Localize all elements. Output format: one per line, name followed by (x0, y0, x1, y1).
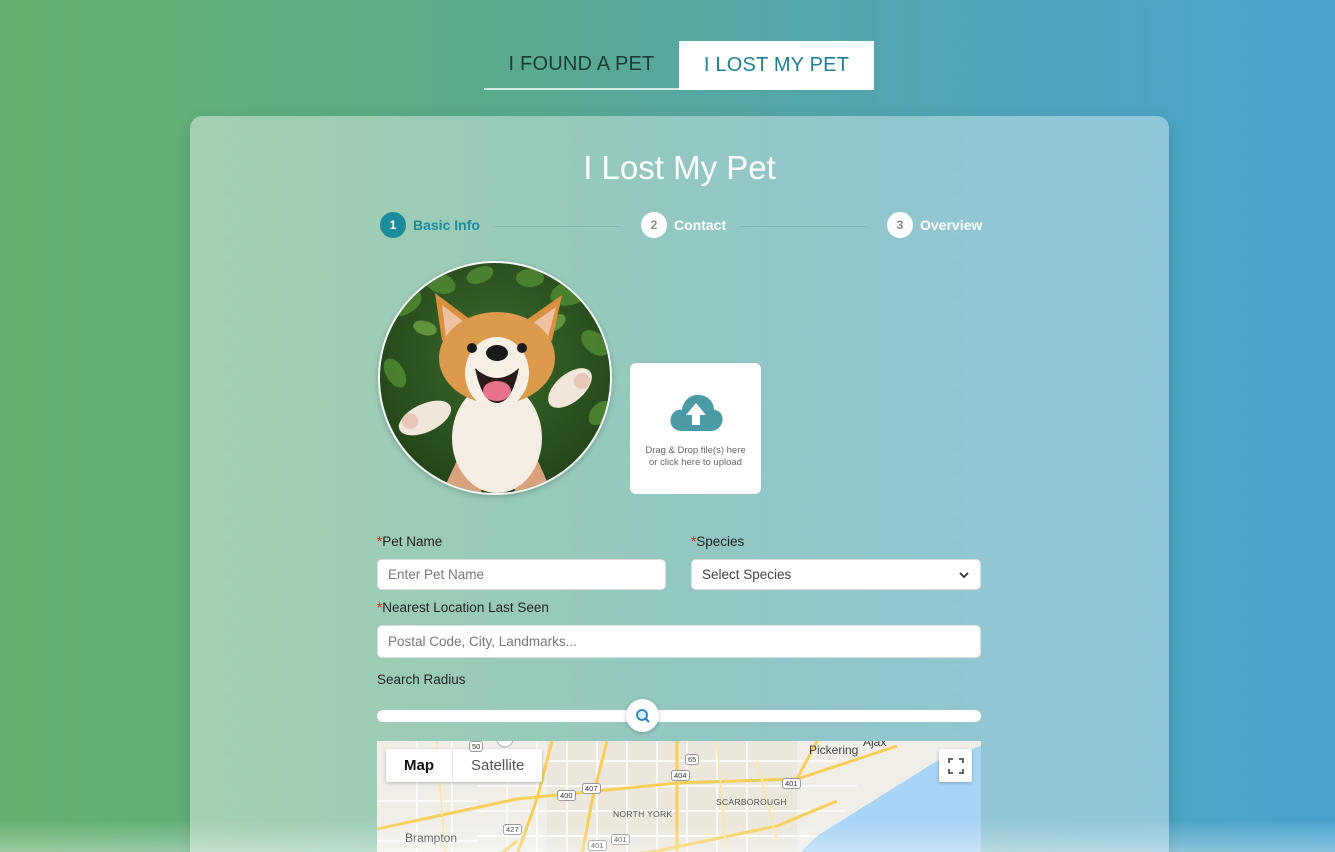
cloud-upload-icon (670, 394, 723, 431)
location-map[interactable]: Map Satellite Pickering Ajax NORTH YORK … (377, 741, 981, 852)
file-upload-dropzone[interactable]: Drag & Drop file(s) here or click here t… (630, 363, 761, 494)
location-input[interactable]: Postal Code, City, Landmarks... (377, 625, 981, 658)
satellite-view-button[interactable]: Satellite (453, 749, 542, 782)
pet-photo (378, 261, 612, 495)
highway-shield: 407 (582, 783, 601, 794)
highway-shield: 401 (782, 778, 801, 789)
location-placeholder: Postal Code, City, Landmarks... (388, 634, 577, 649)
pet-name-input[interactable]: Enter Pet Name (377, 559, 666, 590)
upload-line-2: or click here to upload (649, 457, 742, 468)
location-label-text: Nearest Location Last Seen (382, 600, 549, 615)
search-radius-label: Search Radius (377, 672, 466, 687)
map-label-scarborough: SCARBOROUGH (716, 797, 787, 807)
highway-shield: 427 (503, 824, 522, 835)
species-label: *Species (691, 534, 744, 549)
step-label: Overview (920, 217, 983, 233)
highway-shield: 50 (469, 741, 484, 752)
step-connector (495, 226, 620, 227)
chevron-down-icon (959, 572, 969, 579)
step-label: Basic Info (413, 217, 480, 233)
step-contact[interactable]: 2 Contact (641, 212, 726, 238)
highway-shield: 401 (611, 834, 630, 845)
location-label: *Nearest Location Last Seen (377, 600, 549, 615)
highway-shield: 401 (588, 840, 607, 851)
page-title: I Lost My Pet (583, 149, 776, 186)
pet-name-label-text: Pet Name (382, 534, 443, 549)
map-label-ajax: Ajax (863, 741, 887, 749)
upload-instructions: Drag & Drop file(s) here or click here t… (630, 445, 761, 469)
lost-pet-card: I Lost My Pet 1 Basic Info 2 Contact 3 O… (190, 116, 1169, 852)
step-number: 1 (380, 212, 406, 238)
search-radius-handle[interactable] (626, 699, 660, 732)
step-number: 3 (887, 212, 913, 238)
report-type-tabs: I FOUND A PET I LOST MY PET (484, 41, 874, 90)
search-radius-slider[interactable] (377, 710, 981, 722)
tab-found-pet[interactable]: I FOUND A PET (484, 41, 679, 90)
highway-shield: 65 (685, 754, 700, 765)
map-label-pickering: Pickering (809, 743, 859, 757)
map-view-button[interactable]: Map (386, 749, 453, 782)
search-icon (635, 708, 650, 723)
pet-name-placeholder: Enter Pet Name (388, 567, 485, 582)
step-connector (740, 226, 868, 227)
fullscreen-icon (947, 757, 964, 774)
step-overview[interactable]: 3 Overview (887, 212, 982, 238)
step-number: 2 (641, 212, 667, 238)
step-basic-info[interactable]: 1 Basic Info (380, 212, 480, 238)
step-label: Contact (674, 217, 727, 233)
species-select[interactable]: Select Species (691, 559, 981, 590)
species-selected-value: Select Species (702, 567, 792, 582)
map-label-brampton: Brampton (405, 831, 458, 845)
highway-shield: 400 (557, 790, 576, 801)
map-type-control: Map Satellite (386, 749, 543, 782)
pet-name-label: *Pet Name (377, 534, 442, 549)
highway-shield: 404 (671, 770, 690, 781)
tab-lost-pet[interactable]: I LOST MY PET (679, 41, 874, 90)
species-label-text: Species (696, 534, 745, 549)
upload-line-1: Drag & Drop file(s) here (645, 445, 746, 456)
fullscreen-button[interactable] (939, 749, 972, 782)
map-label-north-york: NORTH YORK (613, 809, 673, 819)
